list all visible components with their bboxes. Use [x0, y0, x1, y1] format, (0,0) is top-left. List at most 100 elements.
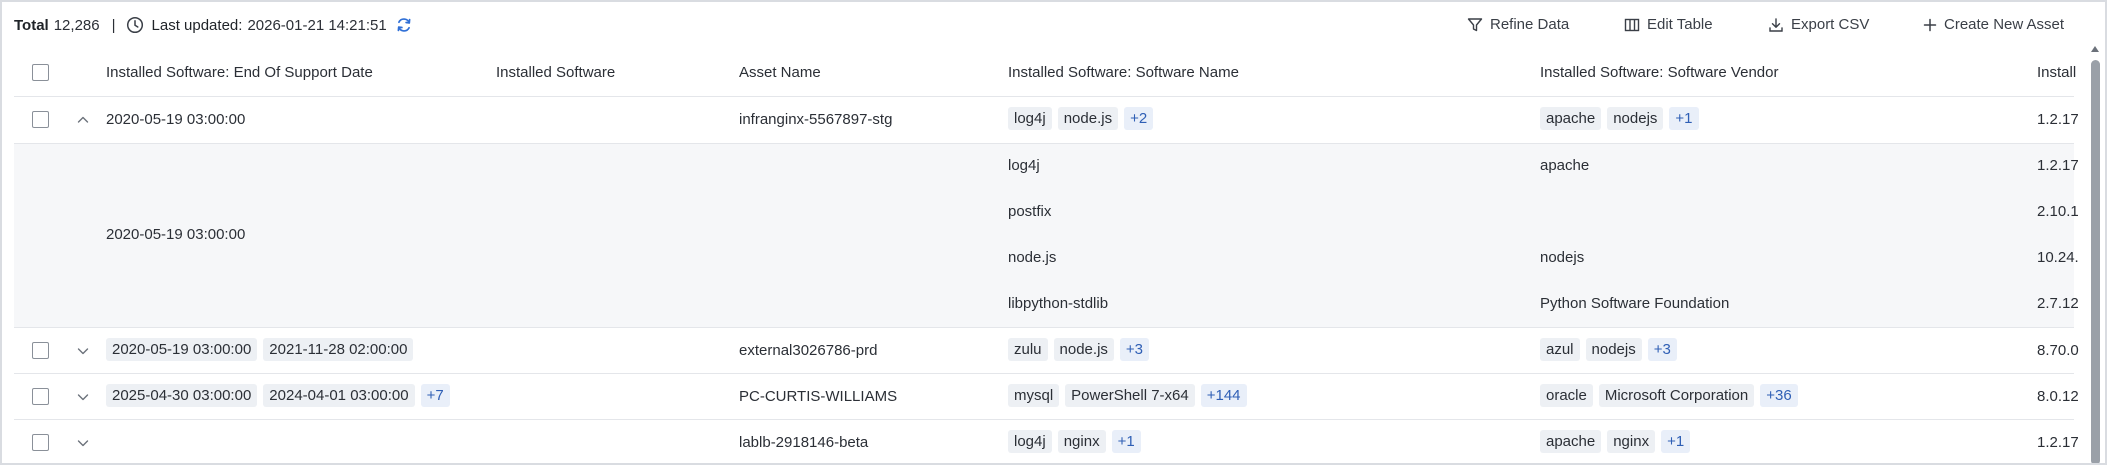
- software-name-tags: log4j node.js +2: [1008, 107, 1154, 130]
- scrollbar-thumb[interactable]: [2091, 60, 2100, 463]
- software-tag: nginx: [1057, 430, 1106, 453]
- more-tag[interactable]: +1: [1661, 430, 1691, 453]
- vendor-tag: apache: [1540, 107, 1602, 130]
- installed-version: 1.2.17: [2037, 111, 2079, 128]
- row-checkbox[interactable]: [32, 342, 49, 359]
- select-all-checkbox[interactable]: [32, 64, 49, 81]
- refine-data-label: Refine Data: [1490, 16, 1570, 33]
- more-tag[interactable]: +7: [420, 384, 450, 407]
- vendor-tag: azul: [1540, 338, 1580, 361]
- asset-name: lablb-2918146-beta: [739, 434, 869, 451]
- software-name-tags: zulu node.js +3: [1008, 338, 1150, 361]
- row-checkbox[interactable]: [32, 388, 49, 405]
- refine-data-button[interactable]: Refine Data: [1467, 16, 1569, 33]
- vendor-tags: apache nginx +1: [1540, 430, 1691, 453]
- total-label: Total: [14, 16, 49, 34]
- column-header-software-name[interactable]: Installed Software: Software Name: [1008, 64, 1239, 81]
- export-csv-label: Export CSV: [1791, 16, 1870, 33]
- create-new-asset-button[interactable]: Create New Asset: [1923, 16, 2064, 33]
- table-row[interactable]: 2020-05-19 03:00:00 2021-11-28 02:00:00 e…: [14, 328, 2079, 374]
- summary-bar: Total 12,286 | Last updated: 2026-01-21 …: [14, 16, 413, 34]
- filter-icon: [1467, 17, 1483, 31]
- vendor-tags: oracle Microsoft Corporation +36: [1540, 384, 1798, 407]
- vendor-tag: nodejs: [1585, 338, 1642, 361]
- export-csv-button[interactable]: Export CSV: [1768, 16, 1869, 33]
- software-tag: PowerShell 7-x64: [1065, 384, 1195, 407]
- download-icon: [1769, 17, 1783, 32]
- more-tag[interactable]: +3: [1647, 338, 1677, 361]
- vendor-tag: oracle: [1540, 384, 1593, 407]
- eos-date-tags: 2025-04-30 03:00:00 2024-04-01 03:00:00 +7: [106, 384, 450, 407]
- detail-software-name: postfix: [1008, 203, 1052, 220]
- software-tag: zulu: [1008, 338, 1048, 361]
- separator: |: [111, 16, 116, 34]
- column-header-software-vendor[interactable]: Installed Software: Software Vendor: [1540, 64, 1778, 81]
- total-count: 12,286: [53, 16, 100, 34]
- edit-table-label: Edit Table: [1647, 16, 1713, 33]
- edit-table-button[interactable]: Edit Table: [1624, 16, 1713, 33]
- more-tag[interactable]: +1: [1111, 430, 1141, 453]
- software-tag: log4j: [1008, 430, 1052, 453]
- software-tag: node.js: [1057, 107, 1119, 130]
- date-tag: 2025-04-30 03:00:00: [106, 384, 258, 407]
- detail-version: 10.24.: [2037, 249, 2079, 266]
- software-name-tags: log4j nginx +1: [1008, 430, 1141, 453]
- create-new-asset-label: Create New Asset: [1944, 16, 2065, 33]
- more-tag[interactable]: +36: [1760, 384, 1798, 407]
- vendor-tag: nginx: [1607, 430, 1656, 453]
- detail-vendor: apache: [1540, 157, 1590, 174]
- column-header-installed-version[interactable]: Install: [2037, 64, 2076, 81]
- vendor-tag: Microsoft Corporation: [1598, 384, 1755, 407]
- eos-date-tags: 2020-05-19 03:00:00 2021-11-28 02:00:00: [106, 338, 419, 361]
- detail-software-name: node.js: [1008, 249, 1057, 266]
- column-header-eos-date[interactable]: Installed Software: End Of Support Date: [106, 64, 373, 81]
- last-updated-label: Last updated:: [151, 16, 243, 34]
- table-row[interactable]: 2020-05-19 03:00:00 infranginx-5567897-s…: [14, 97, 2079, 144]
- detail-eos-date: 2020-05-19 03:00:00: [106, 226, 246, 243]
- detail-vendor: nodejs: [1540, 249, 1585, 266]
- vendor-tags: azul nodejs +3: [1540, 338, 1677, 361]
- detail-software-name: libpython-stdlib: [1008, 295, 1109, 312]
- detail-software-name: log4j: [1008, 157, 1040, 174]
- date-tag: 2021-11-28 02:00:00: [263, 338, 414, 361]
- asset-table-view: Total 12,286 | Last updated: 2026-01-21 …: [0, 0, 2107, 465]
- date-tag: 2020-05-19 03:00:00: [106, 338, 258, 361]
- more-tag[interactable]: +2: [1124, 107, 1154, 130]
- installed-version: 1.2.17: [2037, 434, 2079, 451]
- table-row[interactable]: lablb-2918146-beta log4j nginx +1 apache ng…: [14, 420, 2079, 463]
- chevron-up-icon[interactable]: [76, 113, 90, 127]
- asset-name: infranginx-5567897-stg: [739, 111, 893, 128]
- chevron-down-icon[interactable]: [76, 344, 90, 358]
- vendor-tag: apache: [1540, 430, 1602, 453]
- asset-name: external3026786-prd: [739, 342, 878, 359]
- plus-icon: [1923, 18, 1937, 31]
- more-tag[interactable]: +144: [1200, 384, 1247, 407]
- software-name-tags: mysql PowerShell 7-x64 +144: [1008, 384, 1247, 407]
- clock-icon: [126, 16, 143, 34]
- toolbar: Total 12,286 | Last updated: 2026-01-21 …: [2, 2, 2105, 50]
- column-header-installed-software[interactable]: Installed Software: [496, 64, 615, 81]
- installed-version: 8.70.0: [2037, 342, 2079, 359]
- table-row[interactable]: 2025-04-30 03:00:00 2024-04-01 03:00:00 +7…: [14, 374, 2079, 420]
- chevron-down-icon[interactable]: [76, 390, 90, 404]
- chevron-down-icon[interactable]: [76, 436, 90, 450]
- software-tag: log4j: [1008, 107, 1052, 130]
- row-checkbox[interactable]: [32, 111, 49, 128]
- detail-version: 1.2.17: [2037, 157, 2079, 174]
- software-tag: node.js: [1053, 338, 1114, 361]
- row-checkbox[interactable]: [32, 434, 49, 451]
- vendor-tag: nodejs: [1607, 107, 1664, 130]
- detail-version: 2.10.1: [2037, 203, 2079, 220]
- scroll-up-arrow[interactable]: [2091, 46, 2099, 52]
- table-icon: [1624, 18, 1640, 31]
- vendor-tags: apache nodejs +1: [1540, 107, 1699, 130]
- column-header-asset-name[interactable]: Asset Name: [739, 64, 821, 81]
- more-tag[interactable]: +3: [1119, 338, 1150, 361]
- last-updated-value: 2026-01-21 14:21:51: [247, 16, 387, 34]
- refresh-icon[interactable]: [395, 16, 413, 34]
- more-tag[interactable]: +1: [1669, 107, 1699, 130]
- installed-version: 8.0.12: [2037, 388, 2079, 405]
- date-tag: 2024-04-01 03:00:00: [263, 384, 415, 407]
- detail-vendor: Python Software Foundation: [1540, 295, 1730, 312]
- software-tag: mysql: [1008, 384, 1060, 407]
